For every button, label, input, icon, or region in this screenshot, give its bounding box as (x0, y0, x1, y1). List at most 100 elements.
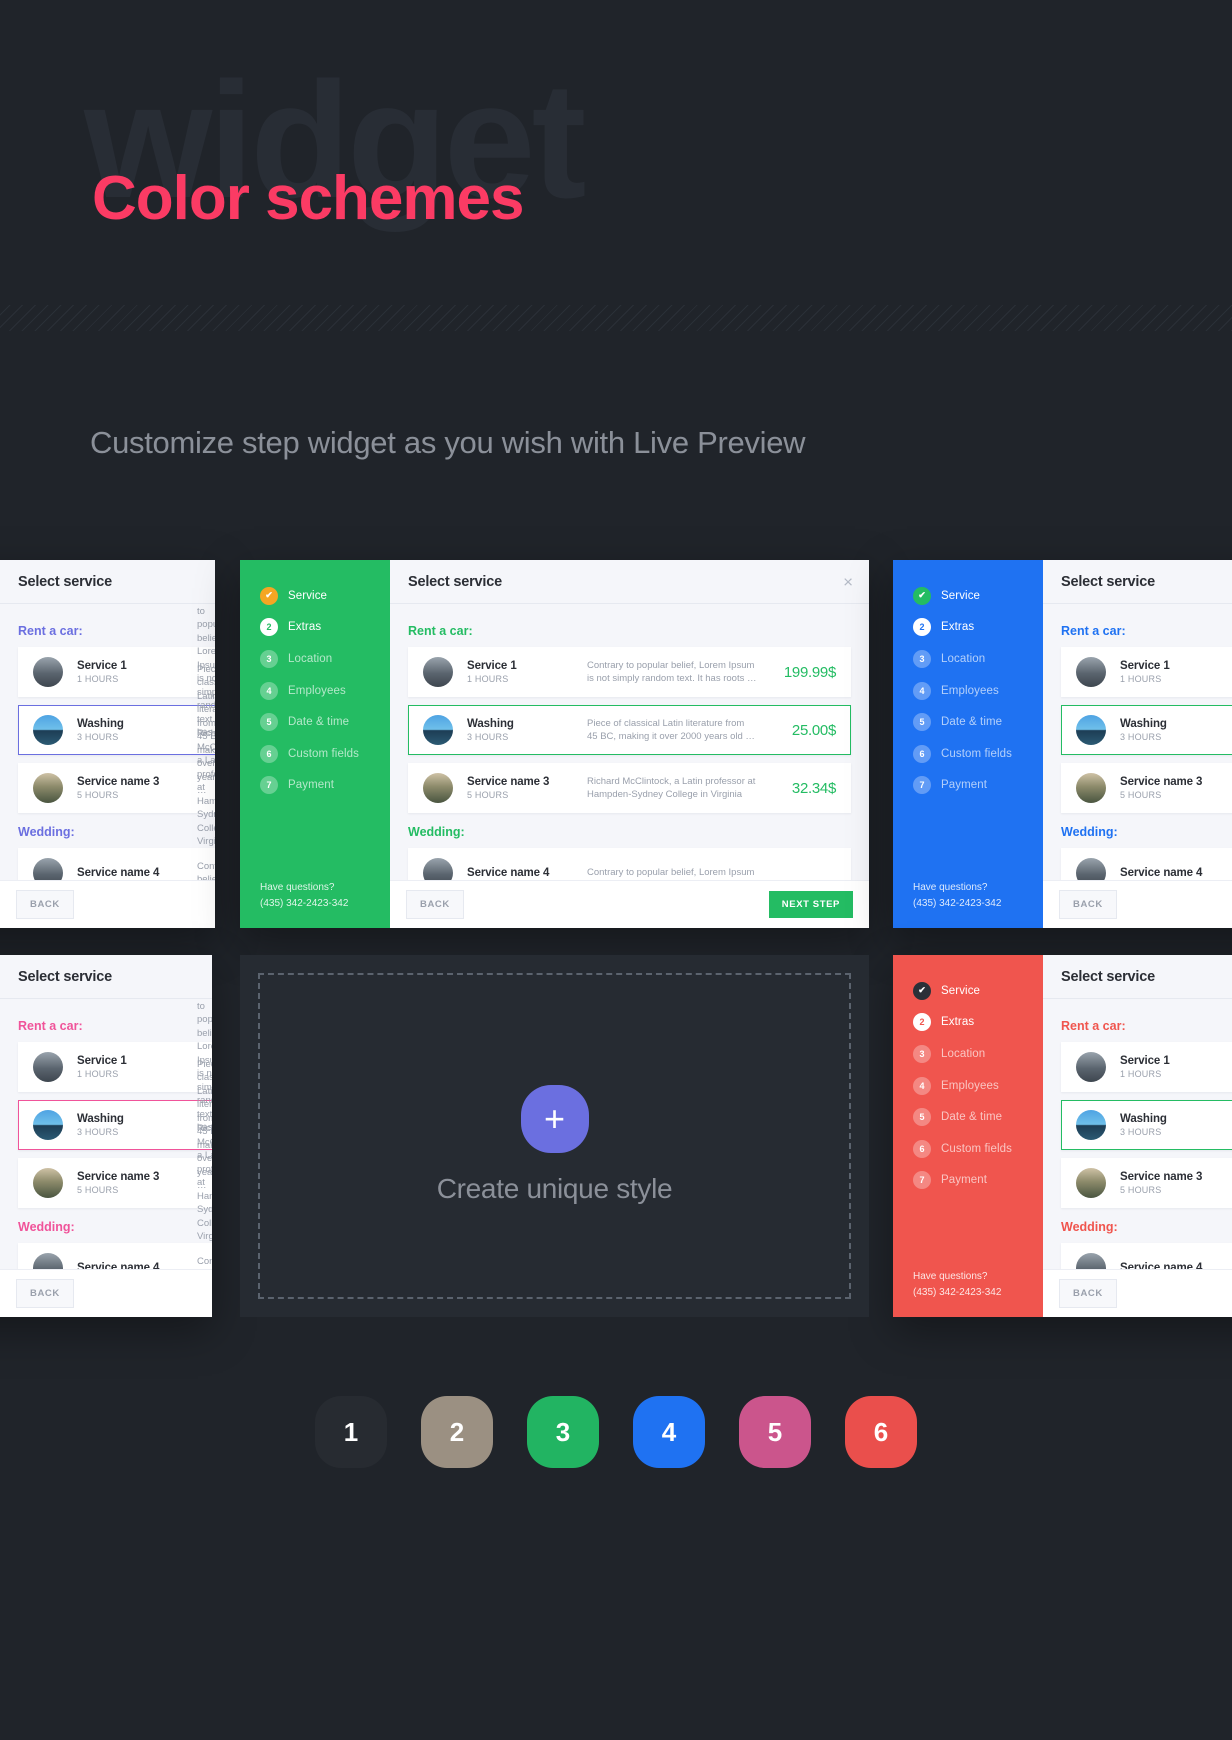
service-name: Service 1 (1120, 1055, 1170, 1067)
back-button[interactable]: BACK (16, 890, 74, 919)
service-row[interactable]: Service name 3 5 HOURS Richard McClintoc… (18, 728, 215, 847)
service-row[interactable]: Washing 3 HOURS Piece of classical Latin… (18, 1059, 212, 1191)
support-phone: (435) 342-2423-342 (260, 898, 349, 909)
sidebar-item-employees[interactable]: 4 Employees (913, 675, 1043, 707)
sidebar-item-label: Extras (941, 1016, 975, 1029)
service-thumbnail (423, 773, 453, 803)
sidebar-item-employees[interactable]: 4 Employees (913, 1070, 1043, 1102)
service-row[interactable]: Service 1 1 HOURS Contrary to popular be… (18, 1001, 212, 1147)
service-row[interactable]: Service name 3 5 HOURS Richard McClintoc… (1061, 763, 1232, 813)
back-button[interactable]: BACK (1059, 1279, 1117, 1308)
check-icon: ✔ (913, 586, 931, 605)
sidebar-item-date-time[interactable]: 5 Date & time (260, 706, 390, 738)
sidebar-item-extras[interactable]: 2 Extras (913, 612, 1043, 644)
service-duration: 3 HOURS (77, 732, 119, 742)
sidebar-item-location[interactable]: 3 Location (913, 643, 1043, 675)
sidebar-item-extras[interactable]: 2 Extras (913, 1007, 1043, 1039)
group-title-rent-a-car: Rent a car: (18, 1019, 83, 1033)
sidebar-item-service[interactable]: ✔ Service (260, 580, 390, 612)
service-name-block: Service name 3 5 HOURS (77, 1171, 197, 1195)
sidebar-item-payment[interactable]: 7 Payment (913, 1165, 1043, 1197)
service-row[interactable]: Service name 3 5 HOURS Richard McClintoc… (408, 763, 851, 813)
widget-card-indigo[interactable]: ✔ Service 2 Extras 3 Location 4 Employee… (0, 560, 215, 928)
theme-swatch-4[interactable]: 4 (633, 1396, 705, 1468)
service-description: Richard McClintock, a Latin professor at… (197, 1122, 212, 1244)
create-unique-style-panel[interactable]: + Create unique style (240, 955, 869, 1317)
widget-card-red[interactable]: ✔ Service 2 Extras 3 Location 4 Employee… (893, 955, 1232, 1317)
service-row[interactable]: Washing 3 HOURS Piece of classical Latin… (1061, 705, 1232, 755)
desc-line-1: Richard McClintock, a Latin professor at (587, 775, 756, 787)
back-button[interactable]: BACK (406, 890, 464, 919)
service-name-block: Service name 4 (1120, 867, 1232, 879)
service-row[interactable]: Service name 3 5 HOURS Richard McClintoc… (1061, 1158, 1232, 1208)
service-description: Richard McClintock, a Latin professor at… (587, 775, 792, 802)
next-step-button[interactable]: NEXT STEP (768, 891, 853, 918)
theme-swatch-1[interactable]: 1 (315, 1396, 387, 1468)
sidebar-item-location[interactable]: 3 Location (260, 643, 390, 675)
theme-swatch-2[interactable]: 2 (421, 1396, 493, 1468)
desc-line-1: Piece of classical Latin literature from (197, 663, 215, 729)
step-list: ✔ Service 2 Extras 3 Location 4 Employee… (893, 955, 1043, 1269)
service-name: Washing (1120, 1113, 1167, 1125)
service-thumbnail (1076, 1052, 1106, 1082)
main-header: Select service × (0, 560, 215, 604)
sidebar-item-label: Extras (941, 621, 975, 634)
sidebar-item-label: Date & time (941, 716, 1003, 729)
sidebar-item-custom-fields[interactable]: 6 Custom fields (913, 738, 1043, 770)
service-row[interactable]: Service 1 1 HOURS Contrary to popular be… (18, 606, 215, 752)
step-number-6: 6 (913, 744, 931, 763)
theme-swatch-6[interactable]: 6 (845, 1396, 917, 1468)
support-block: Have questions? (435) 342-2423-342 (893, 880, 1043, 928)
service-row[interactable]: Service name 3 5 HOURS Richard McClintoc… (18, 1123, 212, 1242)
page-root: widget Color schemes Customize step widg… (0, 0, 1232, 1740)
service-list: Rent a car: Service 1 1 HOURS Contrary t… (0, 604, 215, 880)
sidebar-item-employees[interactable]: 4 Employees (260, 675, 390, 707)
service-row[interactable]: Washing 3 HOURS Piece of classical Latin… (18, 664, 215, 796)
sidebar-item-label: Date & time (941, 1111, 1003, 1124)
sidebar-item-label: Service (288, 589, 328, 602)
service-row[interactable]: Service name 4 Contrary to popular belie… (1061, 848, 1232, 880)
sidebar-item-service[interactable]: ✔ Service (913, 580, 1043, 612)
widget-card-pink[interactable]: ✔ Service 2 Extras 3 Location 4 Employee… (0, 955, 212, 1317)
main-header: Select service × (1043, 560, 1232, 604)
service-row[interactable]: Service name 4 Contrary to popular belie… (408, 848, 851, 880)
theme-swatch-5[interactable]: 5 (739, 1396, 811, 1468)
service-row[interactable]: Washing 3 HOURS Piece of classical Latin… (408, 705, 851, 755)
sidebar-item-payment[interactable]: 7 Payment (913, 770, 1043, 802)
service-row[interactable]: Service name 4 Contrary to popular belie… (18, 848, 215, 880)
sidebar-item-custom-fields[interactable]: 6 Custom fields (913, 1133, 1043, 1165)
service-description: Piece of classical Latin literature from… (587, 717, 792, 744)
step-number-3: 3 (913, 649, 931, 668)
sidebar-item-label: Employees (941, 684, 999, 697)
sidebar-item-extras[interactable]: 2 Extras (260, 612, 390, 644)
service-duration: 3 HOURS (77, 1127, 119, 1137)
widget-card-blue[interactable]: ✔ Service 2 Extras 3 Location 4 Employee… (893, 560, 1232, 928)
service-name-block: Washing 3 HOURS (77, 1113, 197, 1137)
sidebar-item-label: Payment (941, 1174, 988, 1187)
desc-line-2: Hampden-Sydney College in Virginia (197, 1190, 212, 1243)
widget-card-green[interactable]: ✔ Service 2 Extras 3 Location 4 Employee… (240, 560, 869, 928)
service-duration: 3 HOURS (1120, 1127, 1162, 1137)
sidebar-item-location[interactable]: 3 Location (913, 1038, 1043, 1070)
sidebar-item-date-time[interactable]: 5 Date & time (913, 706, 1043, 738)
theme-swatch-3[interactable]: 3 (527, 1396, 599, 1468)
sidebar-item-payment[interactable]: 7 Payment (260, 770, 390, 802)
plus-icon[interactable]: + (520, 1085, 589, 1153)
back-button[interactable]: BACK (1059, 890, 1117, 919)
service-row[interactable]: Service 1 1 HOURS Contrary to popular be… (1061, 1042, 1232, 1092)
service-thumbnail (1076, 773, 1106, 803)
sidebar-item-custom-fields[interactable]: 6 Custom fields (260, 738, 390, 770)
close-icon[interactable]: × (843, 573, 853, 590)
service-row[interactable]: Washing 3 HOURS Piece of classical Latin… (1061, 1100, 1232, 1150)
service-row[interactable]: Service name 4 Contrary to popular belie… (1061, 1243, 1232, 1269)
service-row[interactable]: Service 1 1 HOURS Contrary to popular be… (408, 647, 851, 697)
support-block: Have questions? (435) 342-2423-342 (240, 880, 390, 928)
service-name: Service name 4 (77, 867, 160, 879)
desc-line-1: Contrary to popular belief, Lorem Ipsum (587, 659, 755, 671)
service-duration: 1 HOURS (467, 674, 509, 684)
sidebar-item-date-time[interactable]: 5 Date & time (913, 1101, 1043, 1133)
service-row[interactable]: Service name 4 Contrary to popular belie… (18, 1243, 212, 1269)
back-button[interactable]: BACK (16, 1279, 74, 1308)
sidebar-item-service[interactable]: ✔ Service (913, 975, 1043, 1007)
service-row[interactable]: Service 1 1 HOURS Contrary to popular be… (1061, 647, 1232, 697)
